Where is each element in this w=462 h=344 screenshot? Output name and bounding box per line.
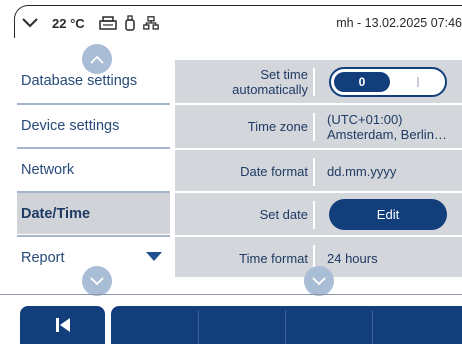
toggle-on-mark <box>417 77 419 87</box>
date-format-value[interactable]: dd.mm.yyyy <box>327 150 396 193</box>
toolbar-divider <box>372 310 373 344</box>
setting-row-set-date: Set date Edit <box>175 193 462 236</box>
time-format-value[interactable]: 24 hours <box>327 237 378 280</box>
menu-item-label: Database settings <box>21 72 138 89</box>
column-divider <box>313 158 315 186</box>
setting-row-time-zone[interactable]: Time zone (UTC+01:00) Amsterdam, Berlin… <box>175 105 462 148</box>
toolbar-divider <box>198 310 199 344</box>
settings-scroll-down-button[interactable] <box>304 266 334 296</box>
printer-icon <box>98 16 117 30</box>
back-button[interactable] <box>20 306 105 344</box>
device-info: mh - 13.02.2025 07:46 <box>336 16 462 30</box>
set-time-automatically-toggle[interactable]: 0 <box>329 67 447 97</box>
menu-item-label: Date/Time <box>21 205 91 222</box>
chevron-down-icon[interactable] <box>22 18 38 28</box>
menu-item-label: Device settings <box>21 117 120 134</box>
menu-item-date-time[interactable]: Date/Time <box>17 193 170 234</box>
skip-back-icon <box>55 318 70 332</box>
menu-item-label: Report <box>21 249 65 266</box>
date-time-settings-panel: Set time automatically 0 Time zone (UTC+0… <box>175 60 462 277</box>
usb-drive-icon <box>124 15 135 31</box>
chevron-down-icon <box>90 276 104 285</box>
column-divider <box>313 201 315 229</box>
setting-label: Time zone <box>247 119 308 134</box>
menu-item-device-settings[interactable]: Device settings <box>17 105 170 146</box>
edit-date-button[interactable]: Edit <box>329 199 447 230</box>
time-zone-value[interactable]: (UTC+01:00) Amsterdam, Berlin… <box>327 105 447 148</box>
setting-label: Time format <box>239 251 308 266</box>
toggle-knob: 0 <box>334 72 390 92</box>
toolbar-divider <box>285 310 286 344</box>
setting-row-set-time-automatically: Set time automatically 0 <box>175 60 462 103</box>
expand-triangle-icon[interactable] <box>146 252 162 261</box>
chevron-down-icon <box>312 276 326 285</box>
column-divider <box>313 113 315 141</box>
status-bar-left: 22 °C <box>22 12 159 34</box>
temperature-readout: 22 °C <box>52 15 85 31</box>
setting-label: Set date <box>259 207 308 222</box>
chevron-up-icon <box>90 55 104 64</box>
network-icon <box>142 16 159 30</box>
menu-item-label: Network <box>21 161 75 178</box>
menu-scroll-up-button[interactable] <box>82 44 112 74</box>
setting-row-date-format[interactable]: Date format dd.mm.yyyy <box>175 150 462 193</box>
column-divider <box>313 68 315 96</box>
toolbar-function-keys[interactable] <box>111 306 462 344</box>
status-bar: 22 °C mh - 13.02.2025 07:46 <box>0 0 462 38</box>
setting-label: Set time automatically <box>232 66 308 97</box>
menu-scroll-down-button[interactable] <box>82 266 112 296</box>
menu-item-network[interactable]: Network <box>17 149 170 190</box>
setting-label: Date format <box>240 164 308 179</box>
